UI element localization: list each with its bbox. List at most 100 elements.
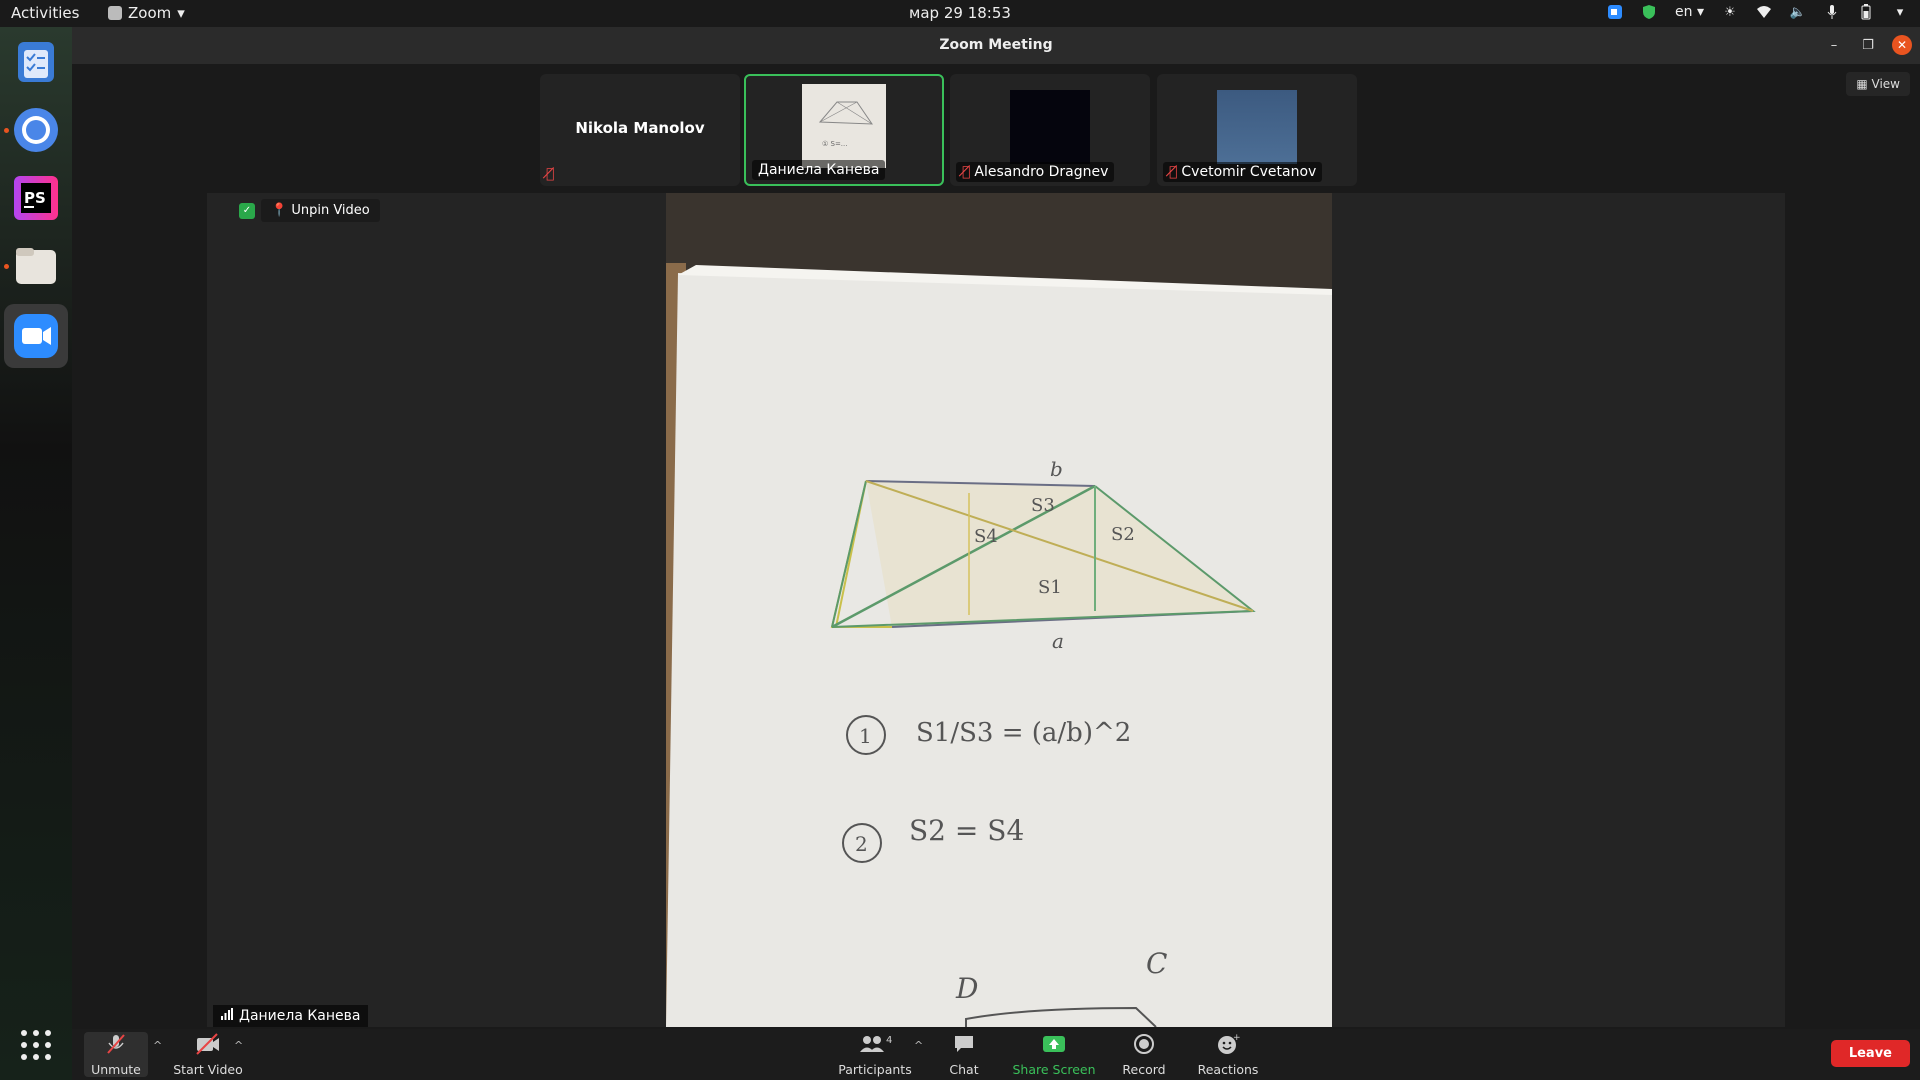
participants-options-chevron-icon[interactable]: ^ [914,1039,923,1052]
running-indicator [4,128,9,133]
files-icon[interactable] [10,240,62,292]
video-frame: b a S3 S4 S2 S1 1 S1/S3 = (a/b)^2 2 S2 =… [666,193,1332,1027]
participant-tile[interactable]: 🎙̸ Cvetomir Cvetanov [1157,74,1357,186]
microphone-icon[interactable] [1824,4,1840,20]
app-menu-label: Zoom [128,4,172,22]
view-button[interactable]: ▦ View [1846,72,1910,96]
participant-name-label: Даниела Канева [752,160,886,180]
whiteboard-drawing: b a S3 S4 S2 S1 1 S1/S3 = (a/b)^2 2 S2 =… [666,193,1332,1027]
share-screen-icon [1042,1033,1066,1060]
region-label: S2 [1111,524,1135,545]
share-screen-label: Share Screen [1012,1062,1096,1077]
app-menu[interactable]: Zoom ▾ [108,4,185,22]
unpin-label: Unpin Video [291,203,370,218]
start-video-label: Start Video [173,1062,243,1077]
side-label-b: b [1050,457,1063,481]
gnome-top-bar: Activities Zoom ▾ мар 29 18:53 en ▾ ☀ 🔈 … [0,0,1920,27]
grid-icon: ▦ [1856,77,1868,91]
unpin-video-button[interactable]: 📍 Unpin Video [261,199,380,222]
participants-label: Participants [838,1062,912,1077]
muted-mic-icon: 🎙̸ [546,166,555,182]
svg-text:PS: PS [24,189,46,207]
reactions-icon: + [1216,1033,1241,1060]
svg-text:① S=...: ① S=... [822,140,847,148]
video-options-chevron-icon[interactable]: ^ [234,1039,243,1052]
svg-text:+: + [1233,1033,1240,1043]
participants-count: 4 [886,1035,892,1046]
zoom-tray-icon[interactable] [1607,4,1623,20]
pin-icon: 📍 [271,203,288,218]
meeting-toolbar: Unmute ^ Start Video ^ 4 Participants ^ … [72,1029,1920,1080]
muted-mic-icon: 🎙̸ [1169,164,1178,180]
participant-video-thumbnail: ① S=... [802,84,886,168]
battery-icon[interactable] [1858,4,1874,20]
signal-bars-icon [221,1008,233,1024]
reactions-label: Reactions [1197,1062,1259,1077]
tasks-app-icon[interactable] [10,36,62,88]
view-label: View [1871,77,1900,91]
zoom-window: Zoom Meeting – ❐ ✕ ▦ View Nikola Manolov… [72,27,1920,1080]
muted-microphone-icon [105,1033,127,1060]
video-off-icon [195,1033,221,1060]
running-indicator [4,264,9,269]
system-tray: en ▾ ☀ 🔈 ▾ [1607,4,1908,20]
participant-video [1010,90,1090,164]
participants-icon: 4 [858,1033,892,1060]
window-titlebar[interactable]: Zoom Meeting – ❐ ✕ [72,27,1920,64]
equation-number: 1 [859,724,872,748]
speaker-name: Даниела Канева [239,1008,361,1024]
participant-video [1217,90,1297,164]
unmute-button[interactable]: Unmute [84,1032,148,1077]
show-apps-grid-icon[interactable] [10,1019,62,1071]
region-label: S1 [1038,577,1062,598]
zoom-dock-icon[interactable] [4,304,68,368]
participant-name: Nikola Manolov [575,119,705,137]
vertex-label-c: C [1146,947,1167,980]
side-label-a: a [1052,629,1064,653]
region-label: S3 [1031,495,1055,516]
participant-name: Alesandro Dragnev [974,164,1109,180]
participant-name: Даниела Канева [758,162,880,178]
activities-button[interactable]: Activities [11,4,79,22]
window-title: Zoom Meeting [939,37,1053,53]
shield-tray-icon[interactable] [1641,4,1657,20]
equation-number: 2 [855,832,868,856]
region-label: S4 [974,526,998,547]
encryption-shield-icon: ✓ [239,202,255,219]
minimize-button[interactable]: – [1824,35,1844,55]
share-screen-button[interactable]: Share Screen [1009,1032,1099,1077]
language-indicator[interactable]: en ▾ [1675,4,1704,20]
participants-button[interactable]: 4 Participants [832,1032,918,1077]
close-button[interactable]: ✕ [1892,35,1912,55]
video-controls: ✓ 📍 Unpin Video [239,199,380,222]
record-button[interactable]: Record [1114,1032,1174,1077]
reactions-button[interactable]: + Reactions [1193,1032,1263,1077]
unmute-label: Unmute [91,1062,141,1077]
chat-button[interactable]: Chat [934,1032,994,1077]
record-icon [1133,1033,1155,1060]
active-speaker-label: Даниела Канева [213,1005,369,1027]
participant-tile-active[interactable]: ① S=... Даниела Канева [744,74,944,186]
language-label: en [1675,4,1693,20]
brightness-icon[interactable]: ☀ [1722,4,1738,20]
equation-1: S1/S3 = (a/b)^2 [916,718,1131,748]
pinned-video: ✓ 📍 Unpin Video b a S3 S4 S2 S1 1 S1/S3 … [207,193,1785,1027]
leave-button[interactable]: Leave [1830,1040,1910,1067]
participant-tile[interactable]: 🎙̸ Alesandro Dragnev [950,74,1150,186]
participant-name-label: 🎙̸ Alesandro Dragnev [956,162,1115,182]
zoom-app-icon [108,6,122,20]
restore-button[interactable]: ❐ [1858,35,1878,55]
system-menu-chevron-icon[interactable]: ▾ [1892,4,1908,20]
chat-icon [953,1033,975,1060]
chromium-icon[interactable] [10,104,62,156]
wifi-icon[interactable] [1756,4,1772,20]
audio-options-chevron-icon[interactable]: ^ [153,1039,162,1052]
equation-2: S2 = S4 [909,814,1024,847]
muted-mic-icon: 🎙̸ [962,164,971,180]
phpstorm-icon[interactable]: PS [10,172,62,224]
participant-name-label: 🎙̸ Cvetomir Cvetanov [1163,162,1323,182]
participant-tile[interactable]: Nikola Manolov 🎙̸ [540,74,740,186]
participant-name: Cvetomir Cvetanov [1181,164,1317,180]
record-label: Record [1122,1062,1166,1077]
volume-icon[interactable]: 🔈 [1790,4,1806,20]
